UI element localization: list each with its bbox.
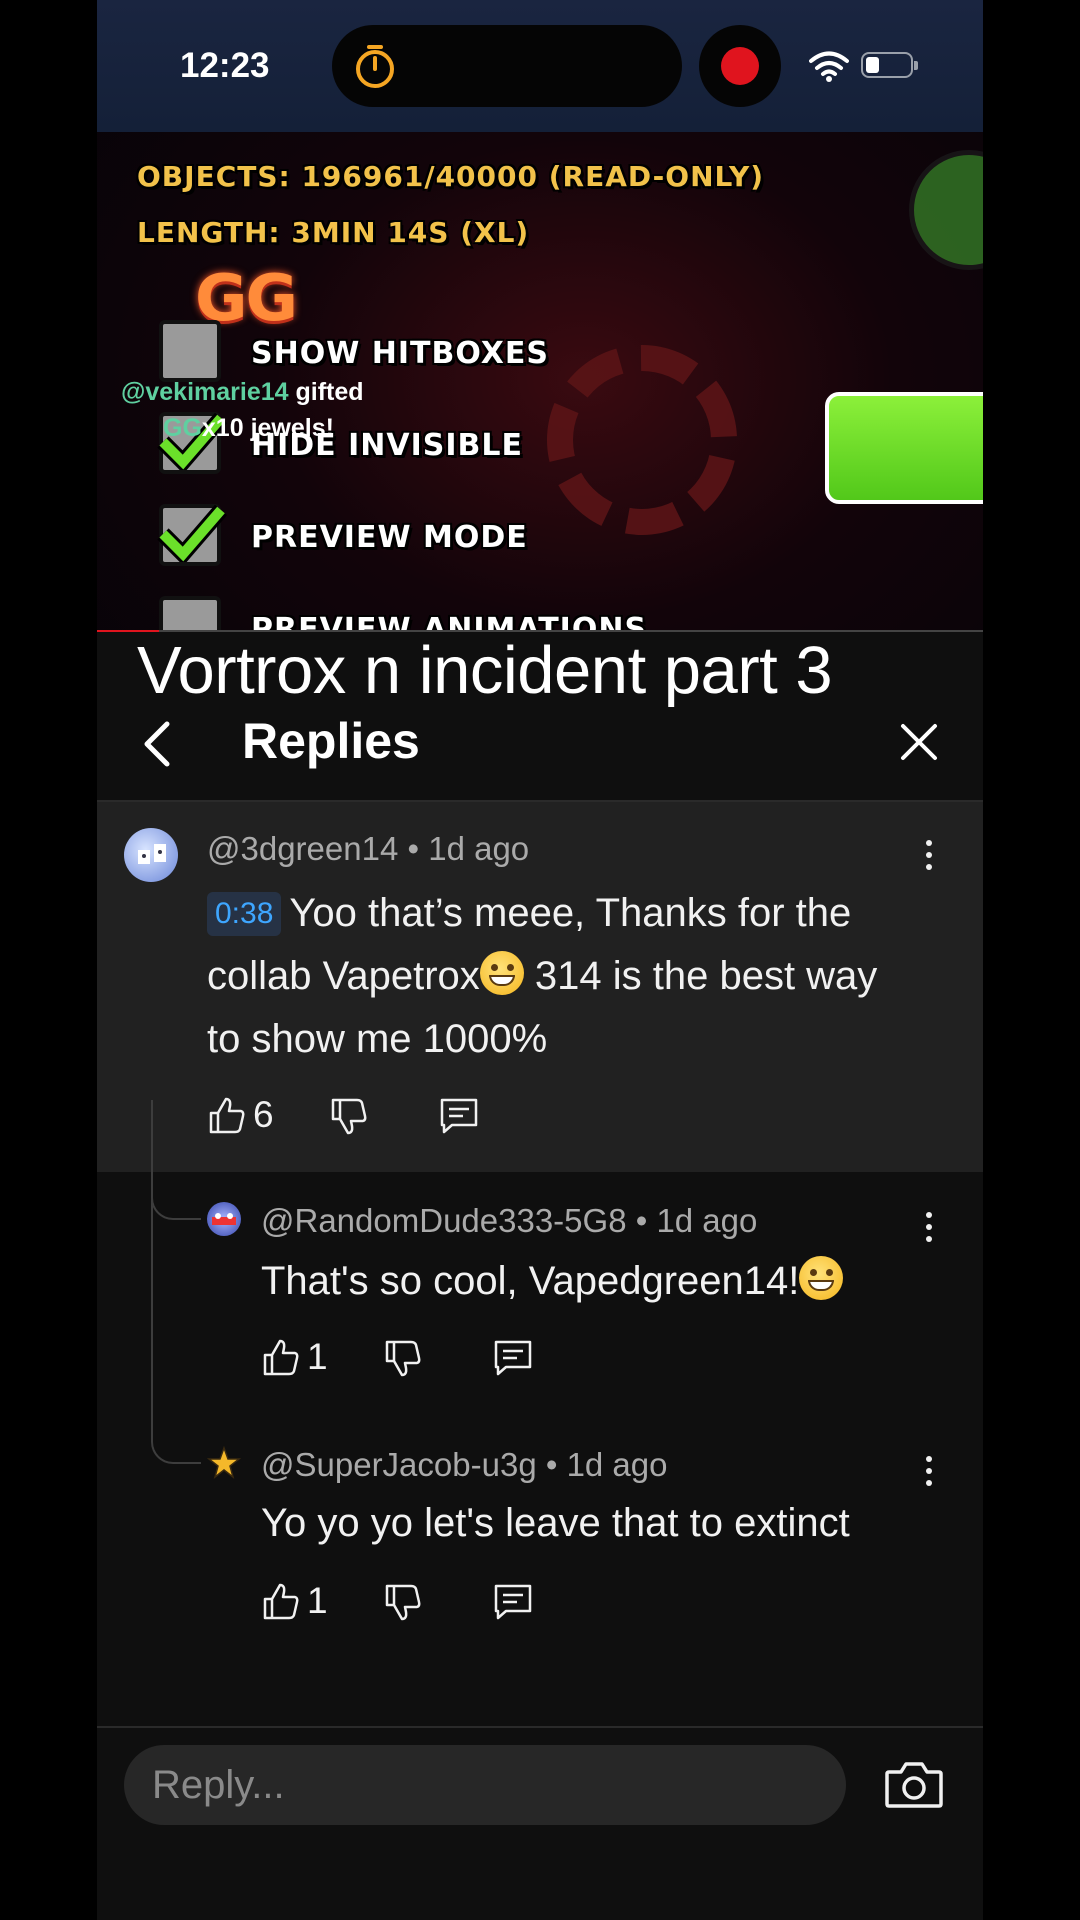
video-title-overlay: Vortrox n incident part 3 xyxy=(137,633,833,708)
like-button[interactable] xyxy=(207,1096,247,1140)
objects-text: OBJECTS: 196961/40000 (READ-ONLY) xyxy=(137,160,765,193)
more-options-icon[interactable] xyxy=(923,840,935,876)
length-text: LENGTH: 3MIN 14S (XL) xyxy=(137,216,530,249)
gift-item: GG xyxy=(163,414,202,442)
gear-decoration xyxy=(547,345,737,535)
comment-text: That's so cool, Vapedgreen14! xyxy=(261,1250,961,1313)
comment-text: 0:38 Yoo that’s meee, Thanks for the coll… xyxy=(207,882,897,1071)
comment-age: 1d ago xyxy=(566,1446,668,1483)
thumbs-down-icon xyxy=(385,1584,421,1621)
gift-username: @vekimarie14 xyxy=(121,378,289,406)
timestamp-link[interactable]: 0:38 xyxy=(207,892,282,936)
comment-age: 1d ago xyxy=(656,1202,758,1239)
clock: 12:23 xyxy=(180,46,270,85)
comment-actions: 6 xyxy=(207,1094,607,1146)
show-hitboxes-label: SHOW HITBOXES xyxy=(251,336,550,371)
reply-button[interactable] xyxy=(493,1582,533,1626)
thumbs-up-icon xyxy=(263,1339,299,1376)
thumbs-down-icon xyxy=(331,1098,367,1135)
avatar-art-icon xyxy=(212,1213,236,1225)
comment-actions: 1 xyxy=(261,1336,661,1388)
gift-action: gifted xyxy=(295,378,364,406)
status-bar: 12:23 xyxy=(97,0,983,132)
preview-animations-checkbox xyxy=(159,596,221,632)
game-arrow-button xyxy=(909,150,983,270)
app-frame: OBJECTS: 196961/40000 (READ-ONLY) LENGTH… xyxy=(97,0,983,1920)
grinning-emoji-icon xyxy=(479,951,524,995)
game-green-button xyxy=(825,392,983,504)
comment-text: Yo yo yo let's leave that to extinct xyxy=(261,1501,850,1545)
wifi-icon xyxy=(809,51,849,82)
thread-line xyxy=(151,1218,153,1438)
comment-actions: 1 xyxy=(261,1580,661,1632)
reply-button[interactable] xyxy=(439,1096,479,1140)
timer-icon xyxy=(356,45,394,88)
dynamic-island xyxy=(332,25,682,107)
reply-button[interactable] xyxy=(493,1338,533,1382)
thread-connector xyxy=(151,1434,201,1464)
page-title: Replies xyxy=(242,713,420,769)
parent-comment: @3dgreen14 • 1d ago 0:38 Yoo that’s meee,… xyxy=(97,802,983,1172)
gift-suffix: jewels! xyxy=(250,414,334,442)
back-arrow-icon[interactable] xyxy=(137,716,177,772)
reply-input[interactable] xyxy=(124,1745,846,1825)
gift-detail: GGx10 jewels! xyxy=(163,414,334,443)
like-count: 1 xyxy=(307,1580,328,1621)
reply-bar xyxy=(97,1728,983,1920)
like-button[interactable] xyxy=(261,1338,301,1382)
reply-comment-icon xyxy=(494,1340,532,1376)
more-options-icon[interactable] xyxy=(923,1456,935,1492)
record-dot-icon xyxy=(721,47,759,85)
dislike-button[interactable] xyxy=(383,1338,423,1382)
reply-comment-icon xyxy=(494,1584,532,1620)
comment-meta: @SuperJacob-u3g • 1d ago xyxy=(261,1446,668,1483)
avatar[interactable] xyxy=(124,828,178,882)
like-count: 6 xyxy=(253,1094,274,1135)
thumbs-up-icon xyxy=(263,1583,299,1620)
gift-notice: @vekimarie14 gifted xyxy=(121,378,364,407)
comment-meta: @3dgreen14 • 1d ago xyxy=(207,830,530,867)
video-player[interactable]: OBJECTS: 196961/40000 (READ-ONLY) LENGTH… xyxy=(97,0,983,632)
battery-icon xyxy=(861,52,918,78)
grinning-emoji-icon xyxy=(799,1256,844,1300)
comment-author[interactable]: @SuperJacob-u3g xyxy=(261,1446,537,1483)
screen-record-indicator xyxy=(699,25,781,107)
dislike-button[interactable] xyxy=(329,1096,369,1140)
avatar[interactable] xyxy=(207,1202,241,1236)
like-button[interactable] xyxy=(261,1582,301,1626)
more-options-icon[interactable] xyxy=(923,1212,935,1248)
comment-meta: @RandomDude333-5G8 • 1d ago xyxy=(261,1202,758,1239)
preview-mode-label: PREVIEW MODE xyxy=(251,520,528,555)
comment-age: 1d ago xyxy=(428,830,530,867)
dislike-button[interactable] xyxy=(383,1582,423,1626)
preview-animations-label: PREVIEW ANIMATIONS xyxy=(251,612,648,632)
thumbs-up-icon xyxy=(209,1097,245,1134)
reply-comment-icon xyxy=(440,1098,478,1134)
show-hitboxes-checkbox xyxy=(159,320,221,382)
like-count: 1 xyxy=(307,1336,328,1377)
star-avatar-icon[interactable] xyxy=(207,1446,241,1480)
thread-connector xyxy=(151,1190,201,1220)
camera-icon[interactable] xyxy=(883,1754,945,1816)
comment-author[interactable]: @RandomDude333-5G8 xyxy=(261,1202,627,1239)
gift-count: x10 xyxy=(201,414,244,442)
comment-author[interactable]: @3dgreen14 xyxy=(207,830,398,867)
comment-text-part1: That's so cool, Vapedgreen14! xyxy=(261,1259,800,1303)
checkmark-icon xyxy=(157,504,227,562)
thumbs-down-icon xyxy=(385,1340,421,1377)
close-icon[interactable] xyxy=(897,720,941,764)
avatar-art-icon xyxy=(138,844,166,864)
